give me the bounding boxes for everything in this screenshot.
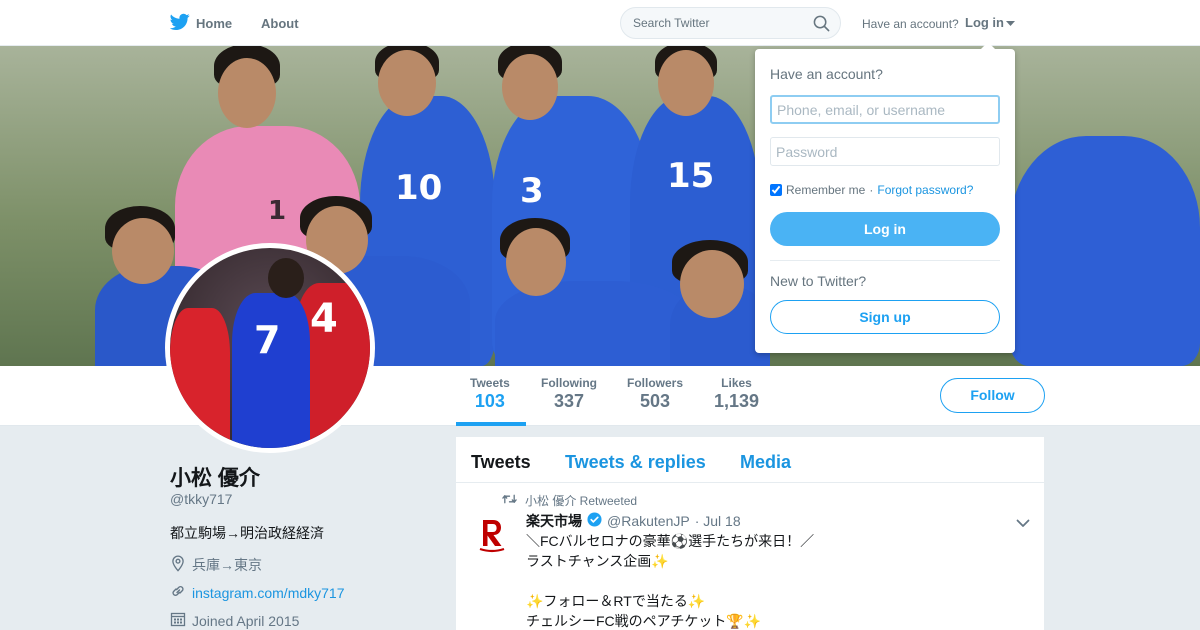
- tweet-header: 楽天市場 @RakutenJP · Jul 18: [526, 511, 741, 531]
- have-account-text: Have an account?: [862, 17, 959, 31]
- signup-button[interactable]: Sign up: [770, 300, 1000, 334]
- banner-player-head: [112, 218, 174, 284]
- stat-followers[interactable]: Followers 503: [627, 376, 683, 412]
- tweet-author-avatar[interactable]: [472, 515, 512, 555]
- banner-jersey-number: 3: [520, 171, 544, 211]
- nav-home-label: Home: [196, 16, 233, 31]
- retweet-context: 小松 優介 Retweeted: [502, 492, 637, 509]
- caret-down-icon: [1006, 15, 1015, 30]
- remember-me-checkbox[interactable]: [770, 184, 782, 196]
- retweet-context-text[interactable]: 小松 優介 Retweeted: [525, 492, 637, 509]
- stat-following-value: 337: [553, 391, 585, 411]
- login-dropdown: Have an account? Remember me · Forgot pa…: [755, 42, 1015, 353]
- forgot-password-link[interactable]: Forgot password?: [877, 183, 973, 197]
- stat-tweets[interactable]: Tweets 103: [470, 376, 510, 412]
- dropdown-arrow: [981, 42, 995, 49]
- stat-following-label: Following: [541, 376, 597, 390]
- twitter-bird-icon: [169, 13, 190, 34]
- calendar-icon: [170, 611, 186, 630]
- stat-followers-label: Followers: [627, 376, 684, 390]
- tab-tweets[interactable]: Tweets: [471, 452, 531, 473]
- banner-player-head: [658, 50, 714, 116]
- banner-player-head: [506, 228, 566, 296]
- tab-tweets-and-replies[interactable]: Tweets & replies: [565, 452, 706, 473]
- rakuten-r-logo: [479, 520, 505, 553]
- avatar-player-red: [170, 308, 230, 448]
- banner-jersey-number: 1: [268, 196, 287, 226]
- profile-avatar[interactable]: 4 7: [165, 243, 375, 453]
- tweet-author-name[interactable]: 楽天市場: [526, 511, 582, 531]
- profile-name[interactable]: 小松 優介: [170, 462, 260, 492]
- timeline-tabs: Tweets Tweets & replies Media: [456, 437, 1044, 483]
- location-pin-icon: [170, 555, 186, 575]
- remember-separator: ·: [869, 183, 874, 197]
- tweet-text: ＼FCバルセロナの豪華⚽選手たちが来日！／ ラストチャンス企画✨ ✨フォロー＆R…: [526, 531, 1006, 630]
- link-icon: [170, 583, 186, 602]
- banner-player-blue: [1010, 136, 1200, 366]
- nav-home-link[interactable]: Home: [169, 13, 233, 34]
- tweet-line: ラストチャンス企画✨: [526, 553, 669, 569]
- login-link-label: Log in: [965, 15, 1004, 30]
- stat-followers-value: 503: [639, 391, 671, 411]
- profile-joined-text: Joined April 2015: [192, 612, 300, 629]
- tweet-date[interactable]: · Jul 18: [695, 513, 741, 529]
- stat-tweets-value: 103: [474, 391, 505, 411]
- login-dropdown-title: Have an account?: [770, 66, 883, 82]
- dropdown-divider: [770, 260, 1000, 261]
- profile-handle[interactable]: @tkky717: [170, 491, 232, 507]
- profile-joined: Joined April 2015: [170, 611, 299, 630]
- username-field[interactable]: [770, 95, 1000, 124]
- stat-likes-value: 1,139: [714, 391, 760, 411]
- banner-player-head: [378, 50, 436, 116]
- banner-jersey-number: 10: [395, 168, 443, 208]
- new-to-twitter-text: New to Twitter?: [770, 273, 867, 289]
- stat-tweets-label: Tweets: [470, 376, 510, 390]
- stat-likes-label: Likes: [721, 376, 752, 390]
- tweet-line: ✨フォロー＆RTで当たる✨: [526, 593, 706, 609]
- avatar-player-blue: [232, 293, 310, 448]
- verified-badge-icon: [587, 512, 602, 530]
- login-dropdown-toggle[interactable]: Log in: [965, 15, 1015, 30]
- password-field[interactable]: [770, 137, 1000, 166]
- profile-location-text: 兵庫→東京: [192, 557, 262, 573]
- search-box[interactable]: Search Twitter: [620, 7, 841, 39]
- banner-player-head: [502, 54, 558, 120]
- profile-location: 兵庫→東京: [170, 555, 262, 575]
- retweet-icon: [502, 493, 517, 508]
- tab-media[interactable]: Media: [740, 452, 791, 473]
- active-tab-underline: [456, 422, 526, 426]
- avatar-player-head: [268, 258, 304, 298]
- banner-player-head: [218, 58, 276, 128]
- search-icon[interactable]: [813, 15, 830, 37]
- tweet-menu-chevron-icon[interactable]: [1016, 515, 1030, 533]
- avatar-jersey-number: 4: [310, 296, 338, 342]
- avatar-jersey-number: 7: [254, 318, 281, 362]
- profile-website: instagram.com/mdky717: [170, 583, 345, 602]
- tweet-line: ＼FCバルセロナの豪華⚽選手たちが来日！／: [526, 533, 815, 549]
- follow-button[interactable]: Follow: [940, 378, 1045, 413]
- search-placeholder: Search Twitter: [633, 16, 710, 30]
- profile-bio: 都立駒場→明治政経経済: [170, 525, 324, 541]
- tweet-author-handle[interactable]: @RakutenJP: [607, 513, 690, 529]
- banner-jersey-number: 15: [667, 156, 715, 196]
- top-nav-bar: Home About Search Twitter Have an accoun…: [0, 0, 1200, 46]
- remember-row: Remember me · Forgot password?: [770, 183, 973, 197]
- tweet-line: チェルシーFC戦のペアチケット🏆✨: [526, 613, 762, 629]
- remember-me-label[interactable]: Remember me: [786, 183, 865, 197]
- stat-likes[interactable]: Likes 1,139: [714, 376, 759, 412]
- banner-player-head: [680, 250, 744, 318]
- timeline: Tweets Tweets & replies Media 小松 優介 Retw…: [456, 437, 1044, 630]
- login-submit-button[interactable]: Log in: [770, 212, 1000, 246]
- stat-following[interactable]: Following 337: [541, 376, 597, 412]
- profile-website-link[interactable]: instagram.com/mdky717: [192, 585, 345, 601]
- nav-about-link[interactable]: About: [261, 16, 299, 31]
